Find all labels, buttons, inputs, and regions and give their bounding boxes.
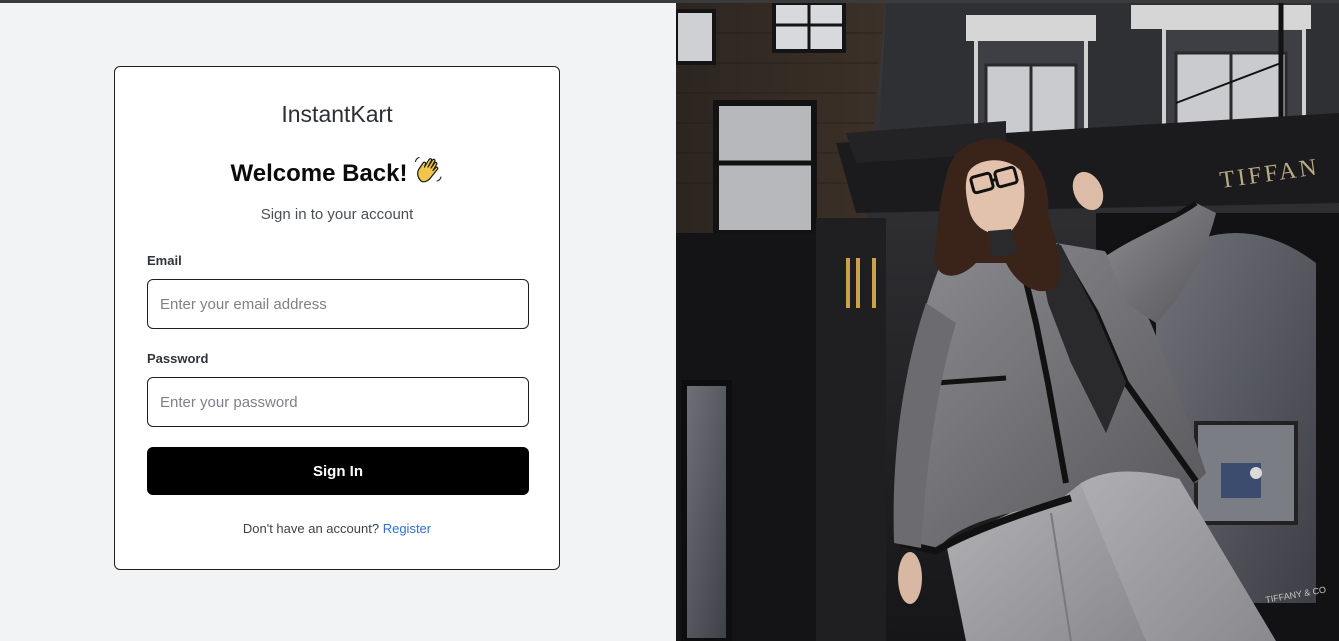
waving-hand-icon bbox=[413, 155, 443, 192]
signin-subtitle: Sign in to your account bbox=[260, 206, 414, 223]
welcome-heading-text: Welcome Back! bbox=[230, 160, 408, 187]
register-link[interactable]: Register bbox=[383, 521, 431, 536]
email-label: Email bbox=[147, 253, 182, 268]
register-prompt: Don't have an account? Register bbox=[115, 521, 559, 536]
password-label: Password bbox=[147, 351, 209, 366]
login-card: InstantKart Welcome Back! Sign in to you… bbox=[114, 66, 560, 570]
register-prompt-text: Don't have an account? bbox=[242, 521, 380, 536]
password-field[interactable] bbox=[147, 377, 529, 427]
sign-in-button[interactable]: Sign In bbox=[147, 447, 529, 495]
login-pane: InstantKart Welcome Back! Sign in to you… bbox=[0, 3, 676, 641]
email-field[interactable] bbox=[147, 279, 529, 329]
welcome-heading: Welcome Back! bbox=[115, 155, 559, 192]
brand-name: InstantKart bbox=[281, 101, 393, 127]
hero-photo: TIFFAN TIFFANY & CO bbox=[676, 3, 1339, 641]
hero-image: TIFFAN TIFFANY & CO bbox=[676, 3, 1339, 641]
